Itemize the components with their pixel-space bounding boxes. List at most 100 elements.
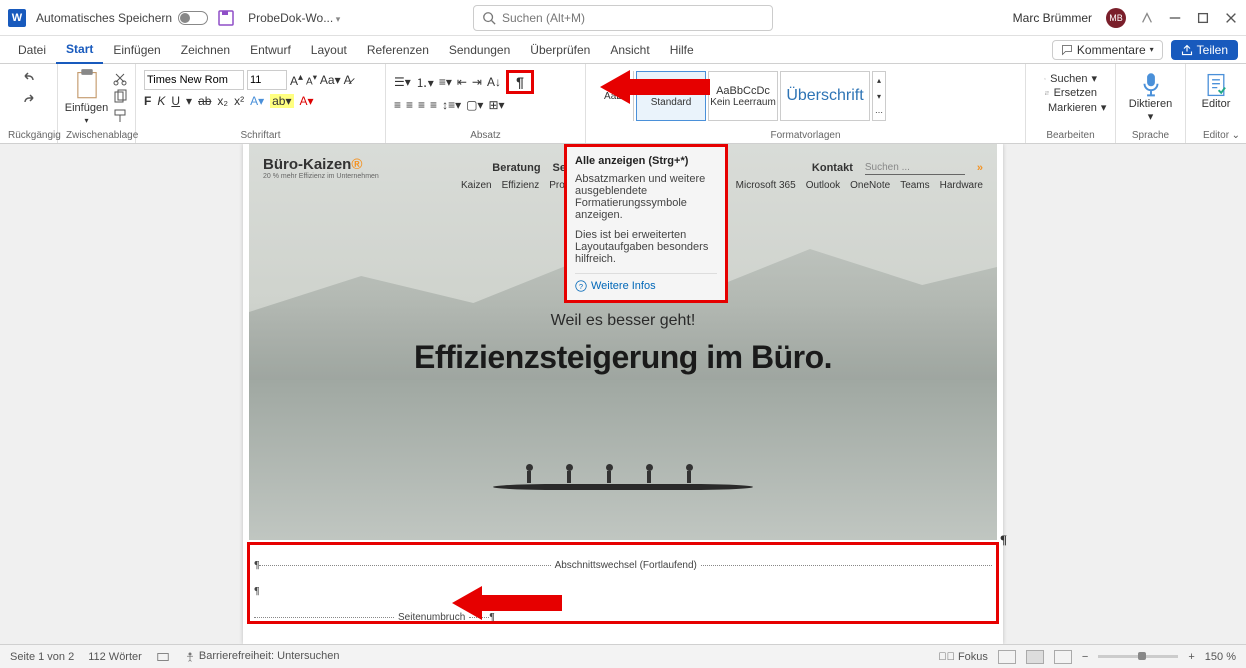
font-size-select[interactable]: [247, 70, 287, 90]
comments-button[interactable]: Kommentare ▾: [1052, 40, 1163, 60]
find-button[interactable]: Suchen ▾: [1044, 72, 1097, 85]
subscript-button[interactable]: x₂: [217, 94, 228, 108]
autosave-label: Automatisches Speichern: [36, 11, 172, 25]
tab-sendungen[interactable]: Sendungen: [439, 36, 520, 64]
underline-button[interactable]: U: [171, 94, 180, 108]
hero-tagline: Weil es besser geht!: [249, 312, 997, 330]
dictate-button[interactable]: Diktieren▾: [1124, 68, 1177, 127]
strike-button[interactable]: ab: [198, 94, 211, 108]
line-spacing-icon[interactable]: ↕≡▾: [442, 98, 461, 112]
cut-icon[interactable]: [112, 70, 128, 86]
tab-layout[interactable]: Layout: [301, 36, 357, 64]
save-icon[interactable]: [218, 10, 234, 26]
copy-icon[interactable]: [112, 89, 128, 105]
status-page[interactable]: Seite 1 von 2: [10, 651, 74, 663]
section-break-label: Abschnittswechsel (Fortlaufend): [551, 560, 701, 571]
decrease-indent-icon[interactable]: ⇤: [457, 75, 467, 89]
view-read-icon[interactable]: [998, 650, 1016, 664]
grow-font-icon[interactable]: A▴: [290, 72, 303, 88]
styles-more-icon[interactable]: ▴▾⋯: [872, 71, 886, 121]
multilevel-icon[interactable]: ≡▾: [439, 75, 452, 89]
language-icon[interactable]: [156, 650, 170, 664]
show-hide-paragraph-button[interactable]: ¶: [506, 70, 534, 94]
align-right-icon[interactable]: ≡: [418, 98, 425, 112]
styles-group-label: Formatvorlagen: [594, 130, 1017, 143]
zoom-level[interactable]: 150 %: [1205, 651, 1236, 663]
search-box[interactable]: Suchen (Alt+M): [473, 5, 773, 31]
align-center-icon[interactable]: ≡: [406, 98, 413, 112]
shading-icon[interactable]: ▢▾: [466, 98, 483, 112]
tab-ueberpruefen[interactable]: Überprüfen: [520, 36, 600, 64]
borders-icon[interactable]: ⊞▾: [488, 98, 504, 112]
user-name[interactable]: Marc Brümmer: [1013, 11, 1092, 25]
view-print-icon[interactable]: [1026, 650, 1044, 664]
tab-einfuegen[interactable]: Einfügen: [103, 36, 170, 64]
pilcrow-mark: ¶: [254, 586, 259, 597]
document-name[interactable]: ProbeDok-Wo...: [248, 11, 340, 25]
coming-soon-icon[interactable]: [1140, 11, 1154, 25]
ribbon-collapse-icon[interactable]: ⌄: [1232, 130, 1240, 141]
status-bar: Seite 1 von 2 112 Wörter Barrierefreihei…: [0, 644, 1246, 668]
tab-ansicht[interactable]: Ansicht: [600, 36, 659, 64]
zoom-out-icon[interactable]: −: [1082, 651, 1088, 663]
font-name-select[interactable]: [144, 70, 244, 90]
zoom-in-icon[interactable]: +: [1188, 651, 1194, 663]
superscript-button[interactable]: x²: [234, 94, 244, 108]
close-icon[interactable]: [1224, 11, 1238, 25]
hero-search-go-icon: »: [977, 162, 983, 174]
shrink-font-icon[interactable]: A▾: [306, 72, 317, 87]
tooltip-body-2: Dies ist bei erweiterten Layoutaufgaben …: [575, 229, 717, 265]
justify-icon[interactable]: ≡: [430, 98, 437, 112]
autosave-toggle[interactable]: [178, 11, 208, 25]
tab-datei[interactable]: Datei: [8, 36, 56, 64]
word-app-icon: W: [8, 9, 26, 27]
text-effects-icon[interactable]: A▾: [250, 94, 264, 108]
numbering-icon[interactable]: ⒈▾: [416, 74, 434, 91]
tab-hilfe[interactable]: Hilfe: [660, 36, 704, 64]
hero-logo: Büro-Kaizen®: [263, 156, 379, 173]
minimize-icon[interactable]: [1168, 11, 1182, 25]
view-web-icon[interactable]: [1054, 650, 1072, 664]
bold-button[interactable]: F: [144, 94, 151, 108]
tooltip-more-link[interactable]: ? Weitere Infos: [575, 273, 717, 292]
clear-format-icon[interactable]: A̷: [344, 73, 352, 87]
paste-icon: [73, 68, 101, 100]
comment-icon: [1061, 44, 1073, 56]
editor-label: Editor: [1202, 98, 1231, 110]
subnav-outlook: Outlook: [806, 180, 840, 191]
tab-entwurf[interactable]: Entwurf: [240, 36, 301, 64]
highlight-icon[interactable]: ab▾: [270, 94, 293, 108]
tab-start[interactable]: Start: [56, 36, 103, 64]
editor-icon: [1205, 72, 1227, 98]
maximize-icon[interactable]: [1196, 11, 1210, 25]
redo-icon[interactable]: [21, 94, 37, 110]
select-button[interactable]: Markieren ▾: [1044, 101, 1097, 114]
style-heading[interactable]: Überschrift: [780, 71, 870, 121]
status-words[interactable]: 112 Wörter: [88, 651, 142, 663]
subnav-effizienz: Effizienz: [502, 180, 540, 191]
format-painter-icon[interactable]: [112, 108, 128, 124]
microphone-icon: [1140, 72, 1162, 98]
replace-button[interactable]: Ersetzen: [1044, 87, 1097, 99]
change-case-icon[interactable]: Aa▾: [320, 73, 341, 87]
tab-referenzen[interactable]: Referenzen: [357, 36, 439, 64]
bullets-icon[interactable]: ☰▾: [394, 75, 411, 89]
tab-zeichnen[interactable]: Zeichnen: [171, 36, 240, 64]
subnav-kaizen: Kaizen: [461, 180, 492, 191]
replace-icon: [1044, 87, 1050, 99]
search-icon: [482, 11, 496, 25]
status-focus[interactable]: �⃞ Fokus: [938, 651, 988, 663]
share-button[interactable]: Teilen: [1171, 40, 1238, 60]
increase-indent-icon[interactable]: ⇥: [472, 75, 482, 89]
style-no-spacing[interactable]: AaBbCcDcKein Leerraum: [708, 71, 778, 121]
user-avatar[interactable]: MB: [1106, 8, 1126, 28]
paste-button[interactable]: Einfügen ▾: [65, 68, 108, 125]
status-accessibility[interactable]: Barrierefreiheit: Untersuchen: [184, 650, 340, 662]
editor-button[interactable]: Editor: [1194, 68, 1238, 114]
font-color-icon[interactable]: A▾: [300, 94, 314, 108]
align-left-icon[interactable]: ≡: [394, 98, 401, 112]
zoom-slider[interactable]: [1098, 655, 1178, 658]
undo-icon[interactable]: [21, 72, 37, 88]
italic-button[interactable]: K: [157, 94, 165, 108]
sort-icon[interactable]: A↓: [487, 75, 501, 89]
